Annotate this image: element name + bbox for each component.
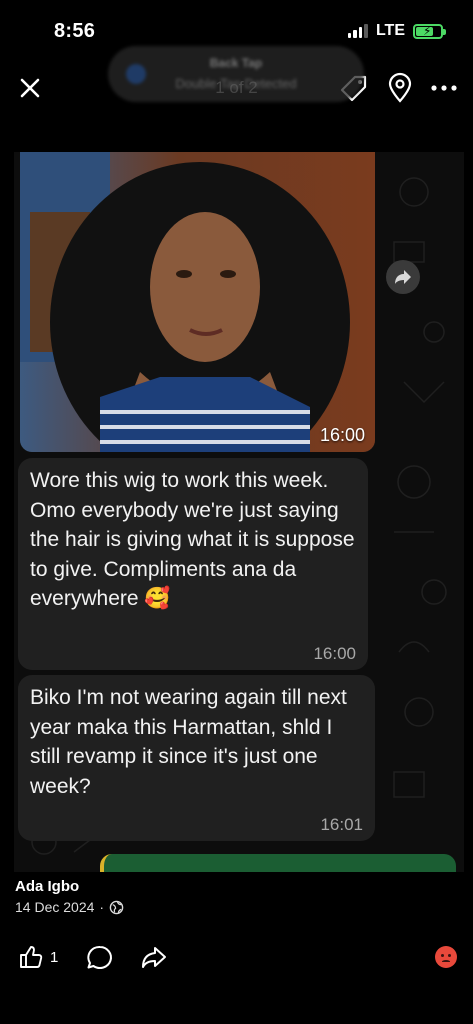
- outgoing-message-partial: [100, 854, 456, 872]
- message-time: 16:00: [313, 644, 356, 663]
- notification-subtitle: Double Tap Detected: [175, 76, 297, 91]
- message-bubble[interactable]: Biko I'm not wearing again till next yea…: [18, 675, 375, 841]
- back-tap-notification: Back Tap Double Tap Detected: [108, 46, 364, 102]
- globe-icon: [109, 900, 124, 914]
- location-pin-icon[interactable]: [384, 72, 416, 104]
- signal-icon: [347, 24, 368, 38]
- angry-reaction-icon[interactable]: [435, 946, 457, 968]
- meta-separator: ·: [99, 899, 105, 915]
- notification-title: Back Tap: [209, 56, 263, 70]
- battery-icon: ⚡: [413, 23, 446, 39]
- message-text: Biko I'm not wearing again till next yea…: [30, 686, 347, 798]
- post-actions: 1: [0, 944, 473, 974]
- selfie-photo: [20, 152, 375, 452]
- comment-icon[interactable]: [86, 944, 114, 972]
- share-icon[interactable]: [140, 944, 168, 972]
- author-name[interactable]: Ada Igbo: [15, 878, 79, 895]
- like-count: 1: [50, 949, 59, 966]
- message-time: 16:01: [320, 815, 363, 834]
- forward-button[interactable]: [386, 260, 420, 294]
- post-footer: Ada Igbo 14 Dec 2024 · 1: [0, 872, 473, 1024]
- status-time: 8:56: [54, 20, 96, 42]
- photo-message[interactable]: 16:00: [20, 152, 375, 452]
- more-icon[interactable]: [428, 72, 460, 104]
- forward-icon: [395, 270, 411, 284]
- message-text: Wore this wig to work this week. Omo eve…: [30, 469, 355, 610]
- status-icons: LTE ⚡: [347, 22, 446, 40]
- network-label: LTE: [375, 22, 405, 39]
- like-icon[interactable]: [18, 944, 44, 970]
- charging-icon: ⚡: [423, 23, 432, 38]
- post-date: 14 Dec 2024: [15, 899, 95, 915]
- post-meta: 14 Dec 2024 ·: [15, 899, 124, 915]
- photo-timestamp: 16:00: [319, 425, 365, 445]
- chat-screenshot[interactable]: 16:00 Wore this wig to work this week. O…: [14, 152, 464, 872]
- message-bubble[interactable]: Wore this wig to work this week. Omo eve…: [18, 458, 368, 670]
